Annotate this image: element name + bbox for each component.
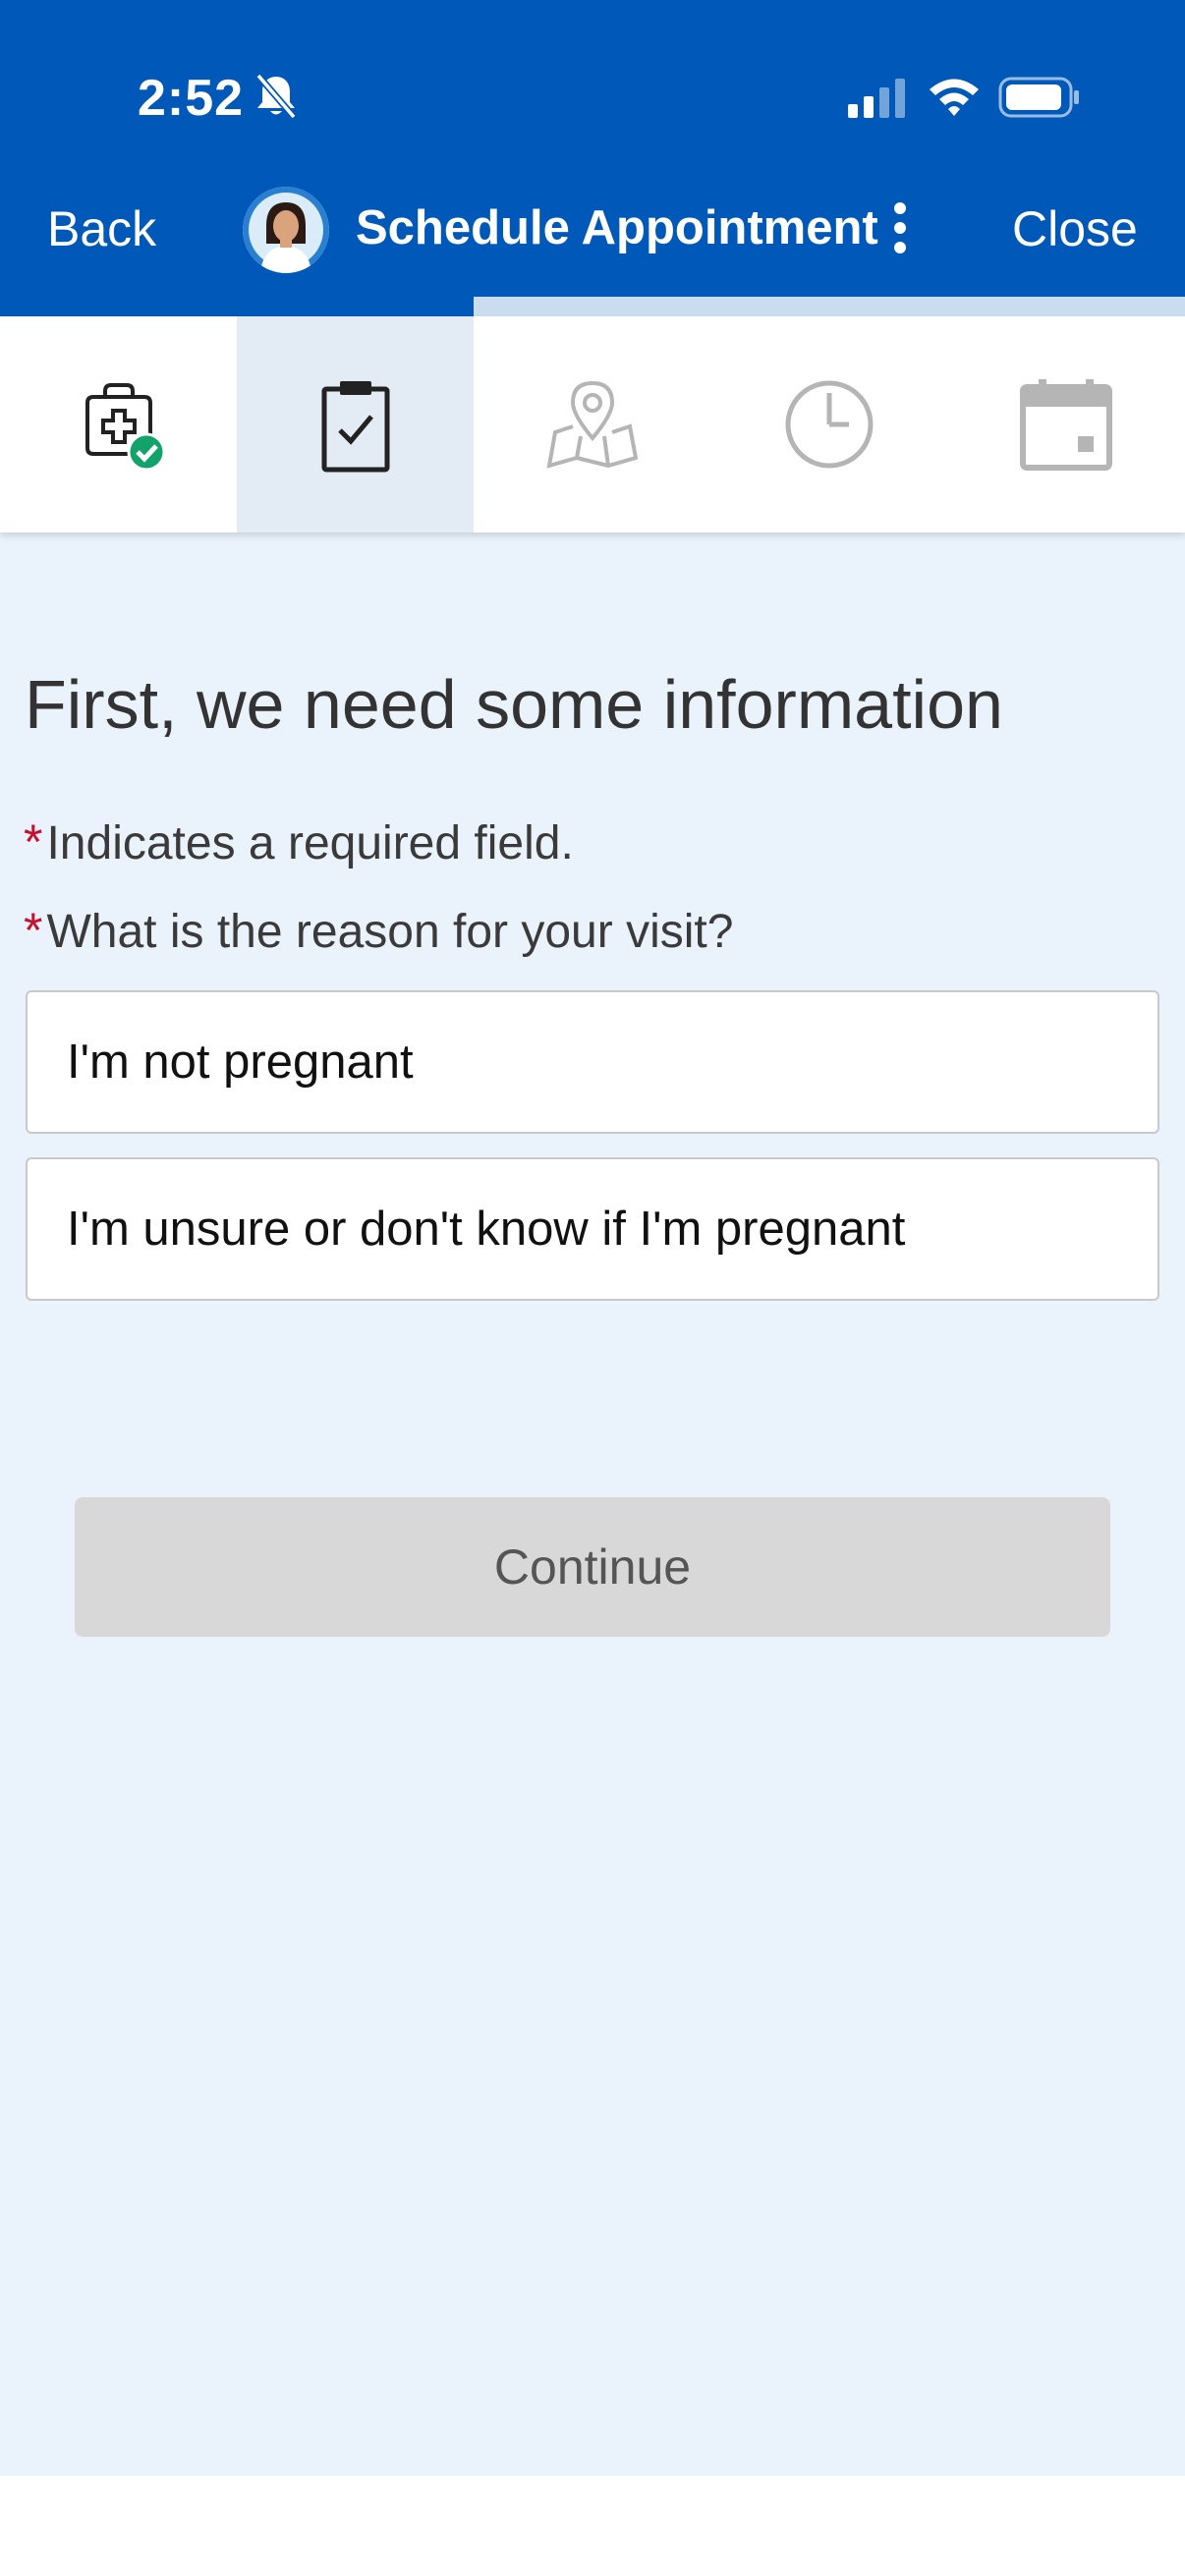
option-not-pregnant[interactable]: I'm not pregnant xyxy=(26,990,1159,1134)
step-medical-bag[interactable] xyxy=(0,316,237,532)
clock-icon xyxy=(785,380,874,469)
more-vertical-icon[interactable] xyxy=(880,196,920,265)
step-tabs xyxy=(0,316,1185,532)
visit-reason-question: *What is the reason for your visit? xyxy=(24,902,733,959)
screen: 2:52 Back Schedule Appointment Close Fir… xyxy=(0,0,1185,2576)
clipboard-check-icon xyxy=(321,381,390,473)
required-asterisk: * xyxy=(24,814,43,869)
signal-icon xyxy=(848,79,905,118)
back-button[interactable]: Back xyxy=(47,200,156,257)
map-location-icon xyxy=(546,380,639,469)
close-button[interactable]: Close xyxy=(1012,200,1138,257)
progress-bar-fill xyxy=(0,297,475,316)
continue-button[interactable]: Continue xyxy=(75,1497,1110,1637)
step-calendar[interactable] xyxy=(948,316,1185,532)
medical-bag-check-icon xyxy=(85,383,166,472)
required-asterisk: * xyxy=(24,903,43,958)
page-title: Schedule Appointment xyxy=(356,201,878,254)
form-heading: First, we need some information xyxy=(25,666,1003,743)
required-note: *Indicates a required field. xyxy=(24,813,574,870)
bell-off-icon xyxy=(255,73,297,120)
step-location[interactable] xyxy=(474,316,710,532)
step-clipboard[interactable] xyxy=(237,316,475,532)
status-time: 2:52 xyxy=(138,70,245,127)
battery-icon xyxy=(998,77,1079,118)
option-unsure-pregnant[interactable]: I'm unsure or don't know if I'm pregnant xyxy=(26,1157,1159,1301)
wifi-icon xyxy=(930,79,979,116)
app-header: 2:52 Back Schedule Appointment Close xyxy=(0,0,1185,297)
visit-reason-label: What is the reason for your visit? xyxy=(46,906,734,958)
step-time[interactable] xyxy=(711,316,948,532)
calendar-icon xyxy=(1020,379,1113,471)
progress-bar xyxy=(0,297,1185,316)
form-area: First, we need some information *Indicat… xyxy=(0,532,1185,2476)
assistant-avatar xyxy=(243,187,329,273)
required-note-text: Indicates a required field. xyxy=(46,817,574,869)
